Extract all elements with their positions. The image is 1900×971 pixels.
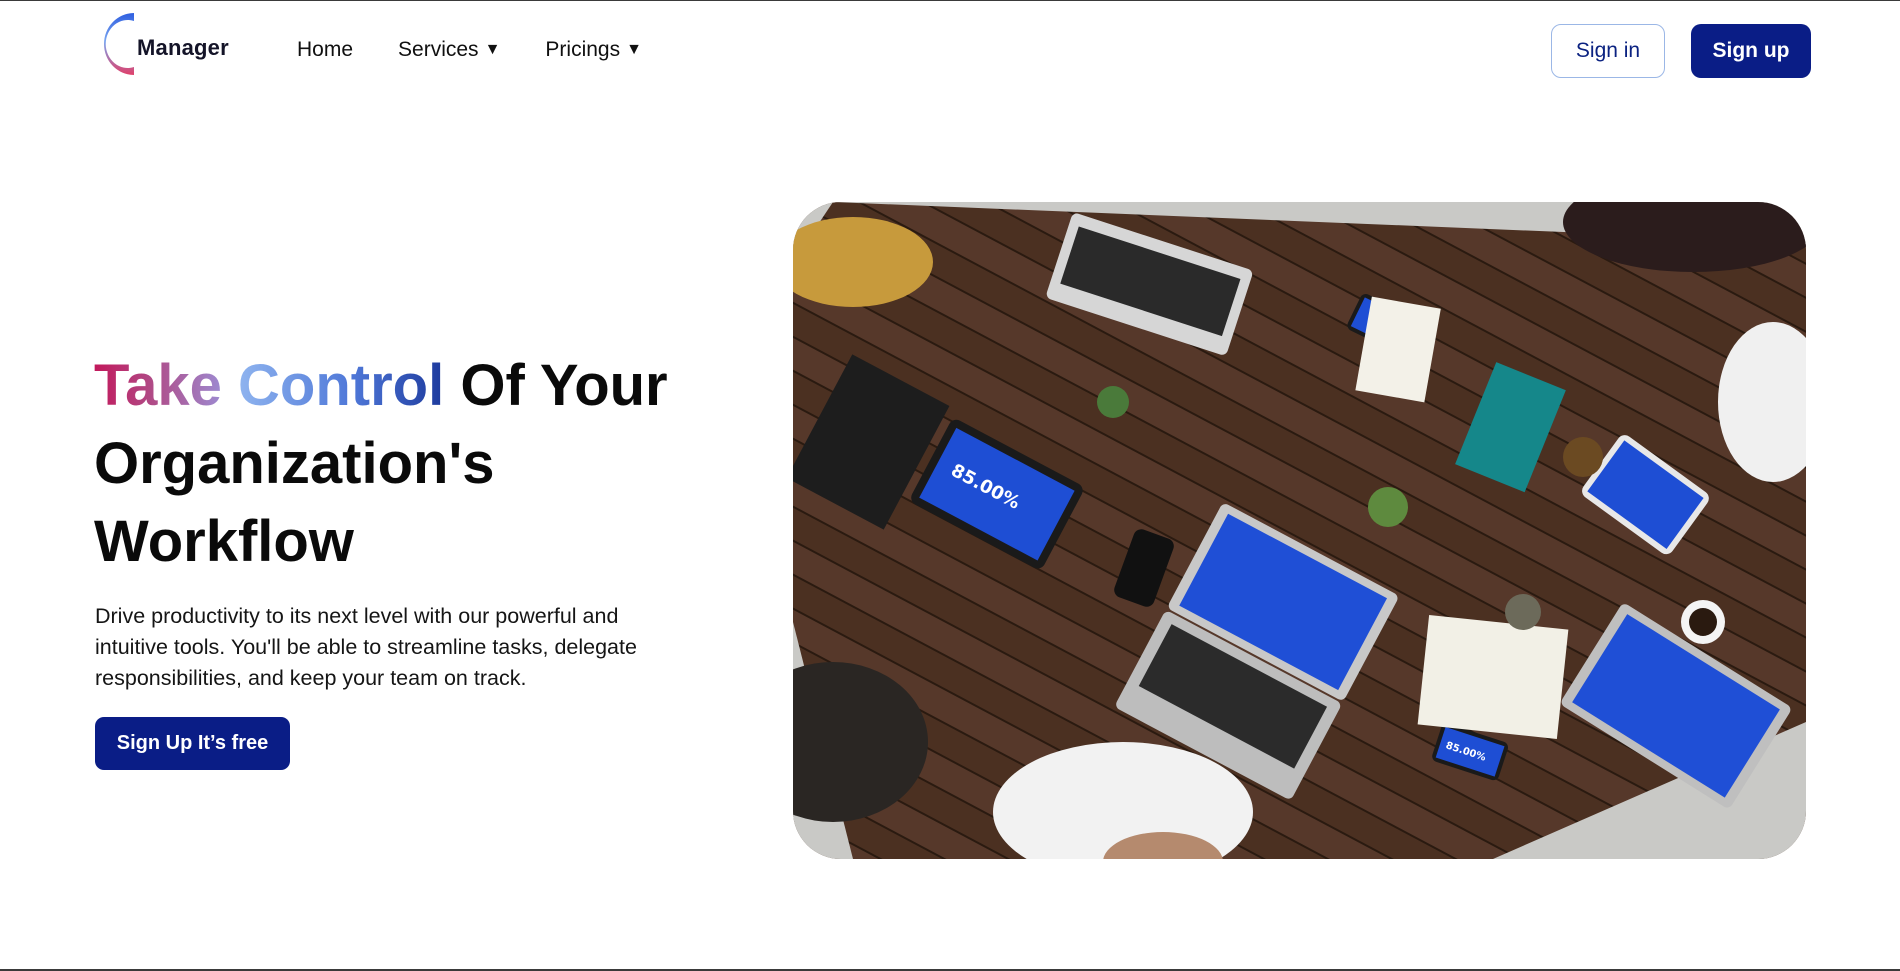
sign-up-button[interactable]: Sign up (1691, 24, 1811, 78)
nav-pricings-label: Pricings (545, 38, 621, 61)
main-nav: Home Services ▼ Pricings ▼ (297, 38, 642, 62)
navbar: Manager Home Services ▼ Pricings ▼ Sign … (0, 1, 1900, 101)
sign-in-button[interactable]: Sign in (1551, 24, 1665, 78)
nav-services-dropdown[interactable]: Services ▼ (398, 38, 500, 62)
page: Manager Home Services ▼ Pricings ▼ Sign … (0, 0, 1900, 971)
caret-down-icon: ▼ (484, 41, 501, 58)
nav-home-link[interactable]: Home (297, 38, 353, 62)
nav-services-label: Services (398, 38, 479, 61)
caret-down-icon: ▼ (626, 41, 642, 58)
nav-home-label: Home (297, 38, 354, 61)
brand-logo[interactable]: Manager (94, 11, 229, 77)
nav-pricings-dropdown[interactable]: Pricings ▼ (545, 38, 642, 62)
c-logo-icon (104, 13, 134, 75)
hero-title-highlight-control: Control (238, 353, 445, 418)
signup-free-button[interactable]: Sign Up It’s free (95, 717, 290, 770)
brand-name: Manager (137, 35, 229, 60)
team-meeting-photo: 85.00% 85.00% (793, 202, 1806, 859)
hero-description: Drive productivity to its next level wit… (95, 604, 637, 690)
hero-title: Take Control Of Your Organization's Work… (94, 347, 734, 581)
hero-image: 85.00% 85.00% (793, 202, 1806, 859)
hero-title-highlight-take: Take (94, 353, 222, 418)
